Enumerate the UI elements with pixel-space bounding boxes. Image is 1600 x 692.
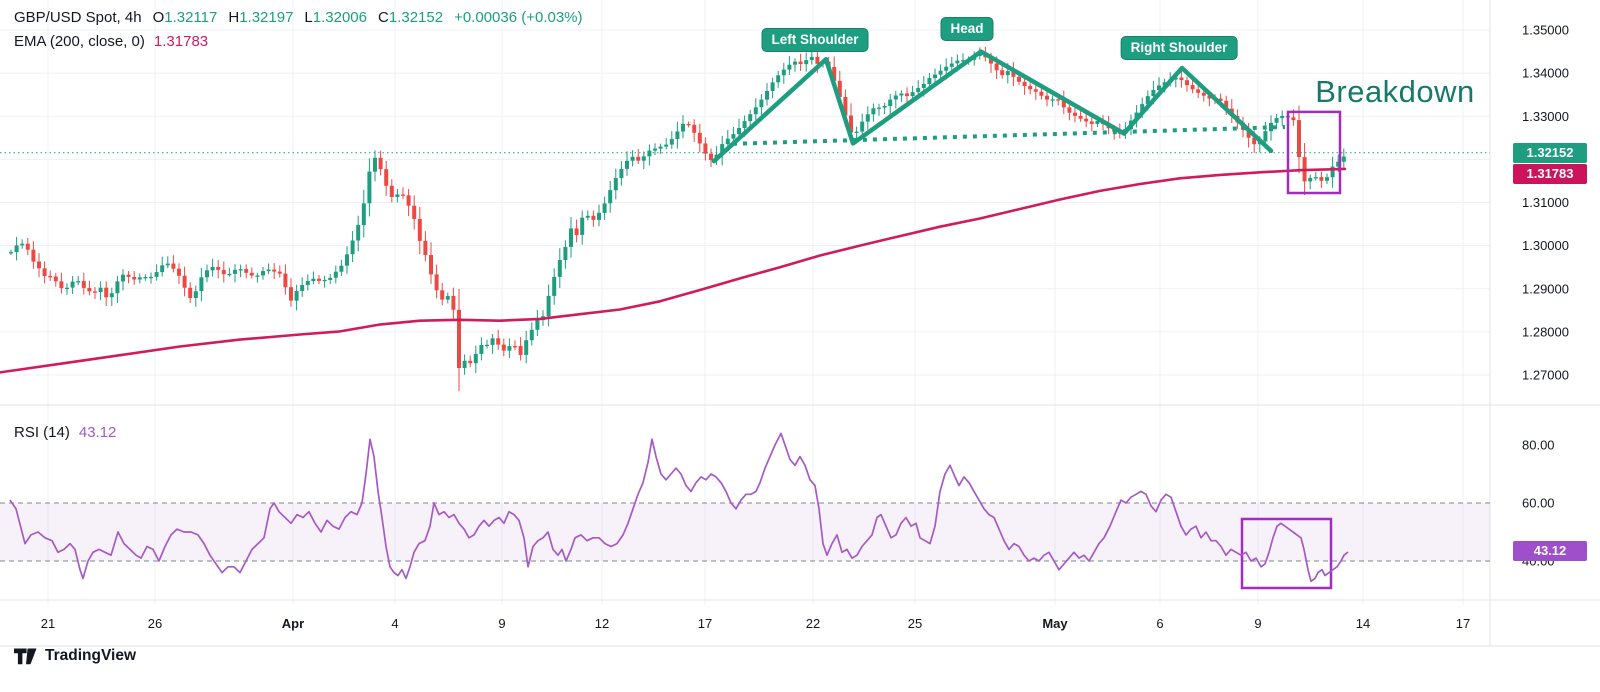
tradingview-icon: [14, 648, 37, 665]
left-shoulder-badge[interactable]: Left Shoulder: [763, 29, 868, 51]
svg-text:17: 17: [1456, 616, 1470, 631]
rsi-band: [0, 503, 1490, 561]
svg-text:1.31000: 1.31000: [1522, 195, 1569, 210]
ohlc-low: L1.32006: [304, 9, 367, 26]
tradingview-logo[interactable]: TradingView: [14, 647, 136, 665]
svg-text:1.35000: 1.35000: [1522, 23, 1569, 38]
symbol-legend: GBP/USD Spot, 4h O1.32117 H1.32197 L1.32…: [14, 9, 583, 26]
rsi-label: RSI (14): [14, 424, 70, 441]
head-badge[interactable]: Head: [941, 18, 992, 40]
symbol-title: GBP/USD Spot, 4h: [14, 9, 142, 26]
tradingview-brand-text: TradingView: [45, 647, 136, 665]
pattern-zigzag[interactable]: [714, 52, 1271, 162]
svg-text:4: 4: [391, 616, 398, 631]
svg-text:1.28000: 1.28000: [1522, 324, 1569, 339]
breakdown-label[interactable]: Breakdown: [1315, 74, 1475, 110]
rsi-legend: RSI (14) 43.12: [14, 424, 116, 441]
ema-value: 1.31783: [154, 33, 208, 50]
price-axis-labels[interactable]: 1.35000 1.34000 1.33000 1.31000 1.30000 1.290…: [1522, 23, 1569, 383]
svg-text:80.00: 80.00: [1522, 438, 1555, 453]
svg-text:9: 9: [1254, 616, 1261, 631]
last-price-tag: 1.32152: [1513, 143, 1587, 163]
svg-text:Apr: Apr: [282, 616, 304, 631]
svg-text:25: 25: [908, 616, 922, 631]
ema-price-tag: 1.31783: [1513, 164, 1587, 184]
rsi-value-tag: 43.12: [1513, 541, 1587, 561]
svg-text:26: 26: [148, 616, 162, 631]
ohlc-high: H1.32197: [228, 9, 293, 26]
svg-text:9: 9: [498, 616, 505, 631]
svg-text:1.27000: 1.27000: [1522, 368, 1569, 383]
ema-legend: EMA (200, close, 0) 1.31783: [14, 33, 208, 50]
svg-text:12: 12: [595, 616, 609, 631]
svg-text:1.34000: 1.34000: [1522, 66, 1569, 81]
time-axis-labels[interactable]: 21 26 Apr 4 9 12 17 22 25 May 6 9 14 17: [41, 616, 1470, 631]
svg-text:1.33000: 1.33000: [1522, 109, 1569, 124]
svg-text:6: 6: [1156, 616, 1163, 631]
neckline[interactable]: [733, 127, 1285, 144]
chart-root: 1.35000 1.34000 1.33000 1.31000 1.30000 1.290…: [0, 0, 1600, 692]
price-change: +0.00036 (+0.03%): [454, 9, 582, 26]
svg-text:22: 22: [806, 616, 820, 631]
svg-text:60.00: 60.00: [1522, 496, 1555, 511]
svg-text:May: May: [1042, 616, 1068, 631]
ema-label: EMA (200, close, 0): [14, 33, 145, 50]
right-shoulder-badge[interactable]: Right Shoulder: [1122, 37, 1237, 59]
ohlc-open: O1.32117: [153, 9, 218, 26]
ohlc-close: C1.32152: [378, 9, 443, 26]
rsi-value: 43.12: [79, 424, 117, 441]
svg-text:1.29000: 1.29000: [1522, 281, 1569, 296]
candles-layer: [9, 47, 1346, 392]
svg-text:17: 17: [698, 616, 712, 631]
svg-text:1.30000: 1.30000: [1522, 238, 1569, 253]
svg-text:14: 14: [1356, 616, 1370, 631]
svg-text:21: 21: [41, 616, 55, 631]
